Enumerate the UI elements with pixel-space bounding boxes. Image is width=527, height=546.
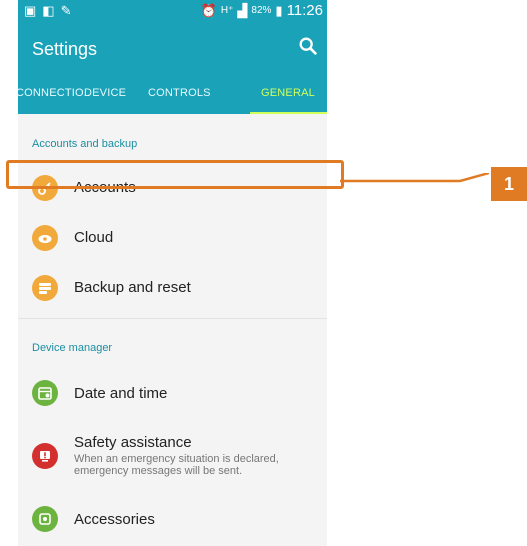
accessories-label: Accessories bbox=[74, 511, 155, 528]
backup-icon bbox=[32, 275, 58, 301]
safety-assistance-subtitle-2: emergency messages will be sent. bbox=[74, 465, 243, 477]
list-item-date-time[interactable]: Date and time bbox=[18, 368, 327, 414]
phone-screen: ▣ ◧ ✎ ⏰ H⁺ ▟ 82% ▮ 11:26 Settings CONNEC… bbox=[18, 0, 327, 546]
screenshot-icon: ▣ bbox=[24, 3, 37, 18]
notification-icon: ◧ bbox=[42, 3, 55, 18]
alarm-icon: ⏰ bbox=[200, 2, 217, 18]
accessories-icon bbox=[32, 506, 58, 532]
battery-percent: 82% bbox=[251, 5, 272, 16]
tab-bar: CONNECTIO.. DEVICE CONTROLS GENERAL bbox=[18, 74, 327, 114]
signal-icon: ▟ bbox=[237, 2, 248, 18]
section-divider bbox=[18, 318, 327, 319]
list-item-accessories[interactable]: Accessories bbox=[18, 494, 327, 540]
app-bar: Settings bbox=[18, 22, 327, 74]
calendar-icon bbox=[32, 380, 58, 406]
safety-assistance-subtitle-1: When an emergency situation is declared, bbox=[74, 453, 279, 465]
section-title-device-manager: Device manager bbox=[32, 342, 113, 354]
callout-connector-line bbox=[340, 173, 489, 183]
tab-general[interactable]: GENERAL bbox=[261, 87, 315, 99]
date-time-label: Date and time bbox=[74, 385, 168, 402]
clock: 11:26 bbox=[286, 2, 323, 19]
status-bar: ▣ ◧ ✎ ⏰ H⁺ ▟ 82% ▮ 11:26 bbox=[18, 0, 327, 22]
tab-connections[interactable]: CONNECTIO.. bbox=[18, 87, 90, 99]
signal-plus-icon: H⁺ bbox=[220, 5, 234, 16]
cloud-label: Cloud bbox=[74, 229, 114, 246]
cloud-icon bbox=[32, 225, 58, 251]
list-item-backup-reset[interactable]: Backup and reset bbox=[18, 265, 327, 311]
backup-reset-label: Backup and reset bbox=[74, 279, 191, 296]
status-right-icons: ⏰ H⁺ ▟ 82% ▮ 11:26 bbox=[201, 2, 323, 19]
safety-assistance-label: Safety assistance bbox=[74, 434, 192, 451]
tab-controls[interactable]: CONTROLS bbox=[148, 87, 211, 99]
accounts-highlight-box bbox=[6, 160, 344, 189]
callout-number: 1 bbox=[503, 173, 514, 194]
section-title-accounts-backup: Accounts and backup bbox=[32, 138, 138, 150]
list-item-safety-assistance[interactable]: Safety assistance When an emergency situ… bbox=[18, 426, 327, 482]
search-icon[interactable] bbox=[297, 35, 319, 57]
list-item-cloud[interactable]: Cloud bbox=[18, 214, 327, 260]
selected-tab-indicator bbox=[250, 112, 327, 114]
callout-number-badge: 1 bbox=[491, 167, 527, 201]
alert-icon bbox=[32, 443, 58, 469]
pencil-icon: ✎ bbox=[60, 3, 72, 18]
page-title: Settings bbox=[32, 39, 98, 59]
status-left-icons: ▣ ◧ ✎ bbox=[24, 3, 72, 19]
tab-device[interactable]: DEVICE bbox=[84, 87, 126, 99]
battery-icon: ▮ bbox=[275, 2, 283, 18]
